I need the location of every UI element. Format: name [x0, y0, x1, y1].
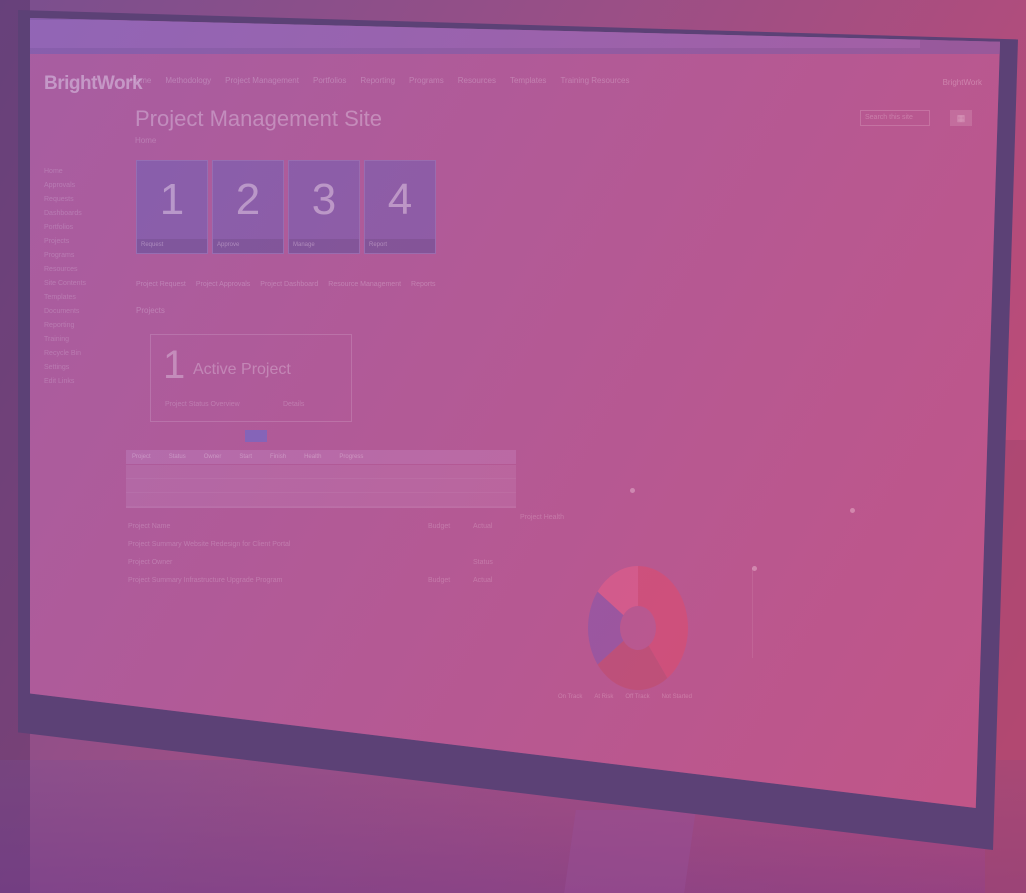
sidebar-item[interactable]: Reporting [44, 322, 114, 329]
section-heading: Projects [136, 306, 165, 315]
breadcrumb[interactable]: Home [135, 136, 156, 145]
donut-chart [588, 566, 688, 690]
quick-link[interactable]: Project Dashboard [260, 281, 318, 288]
app-logo[interactable]: BrightWork [44, 73, 143, 95]
sidebar-item[interactable]: Edit Links [44, 378, 114, 385]
nav-item[interactable]: Methodology [165, 76, 211, 85]
grid-icon[interactable]: ▦ [950, 110, 972, 126]
monitor-stand [564, 810, 696, 893]
tile-caption: Approve [213, 239, 283, 253]
chart-divider [752, 568, 753, 658]
chart-heading: Project Health [520, 514, 564, 521]
sidebar-item[interactable]: Recycle Bin [44, 350, 114, 357]
tile-caption: Manage [289, 239, 359, 253]
sidebar-item[interactable]: Projects [44, 238, 114, 245]
list-item[interactable]: Project Owner Status [128, 559, 518, 577]
legend-item: At Risk [594, 694, 614, 700]
expand-button[interactable] [245, 430, 267, 442]
process-tile-2[interactable]: 2 Approve [212, 160, 284, 254]
sidebar-item[interactable]: Documents [44, 308, 114, 315]
sidebar-item[interactable]: Programs [44, 252, 114, 259]
nav-item[interactable]: Portfolios [313, 76, 346, 85]
column-header[interactable]: Start [239, 454, 252, 460]
sidebar-item[interactable]: Requests [44, 196, 114, 203]
summary-count: 1 [163, 343, 186, 387]
nav-item[interactable]: Templates [510, 76, 546, 85]
nav-item[interactable]: Programs [409, 76, 444, 85]
nav-item[interactable]: Resources [458, 76, 496, 85]
summary-sub-label: Project Status Overview [165, 401, 240, 408]
list-item[interactable]: Project Summary Website Redesign for Cli… [128, 541, 518, 559]
sidebar-item[interactable]: Portfolios [44, 224, 114, 231]
nav-item[interactable]: Training Resources [560, 76, 629, 85]
quick-link[interactable]: Reports [411, 281, 436, 288]
sidebar-item[interactable]: Templates [44, 294, 114, 301]
left-sidebar: Home Approvals Requests Dashboards Portf… [44, 168, 114, 392]
list-item[interactable]: Project Name Budget Actual [128, 523, 518, 541]
legend-item: On Track [558, 694, 583, 700]
list-item-label: Project Summary Infrastructure Upgrade P… [128, 577, 283, 584]
quick-link[interactable]: Project Request [136, 281, 186, 288]
tile-number: 2 [235, 175, 261, 224]
nav-item[interactable]: Project Management [225, 76, 299, 85]
sidebar-item[interactable]: Settings [44, 364, 114, 371]
nav-item[interactable]: Home [130, 76, 151, 85]
list-item-label: Project Name [128, 523, 171, 530]
donut-chart-wrapper [578, 558, 698, 703]
list-item-amount: Actual [473, 577, 493, 584]
process-tiles: 1 Request 2 Approve 3 Manage 4 Report [136, 160, 436, 254]
process-tile-3[interactable]: 3 Manage [288, 160, 360, 254]
column-header[interactable]: Progress [339, 454, 363, 460]
sidebar-item[interactable]: Approvals [44, 182, 114, 189]
sidebar-item[interactable]: Site Contents [44, 280, 114, 287]
summary-card: 1 Active Project Project Status Overview… [150, 334, 352, 422]
legend-item: Off Track [625, 694, 650, 700]
chart-marker [630, 488, 635, 493]
tile-number: 1 [159, 175, 185, 224]
process-tile-1[interactable]: 1 Request [136, 160, 208, 254]
chart-marker [850, 508, 855, 513]
project-list: Project Name Budget Actual Project Summa… [128, 523, 518, 595]
summary-details-link[interactable]: Details [283, 401, 304, 408]
sidebar-item[interactable]: Home [44, 168, 114, 175]
chart-legend: On Track At Risk Off Track Not Started [558, 694, 692, 700]
quick-link[interactable]: Resource Management [328, 281, 401, 288]
sidebar-item[interactable]: Dashboards [44, 210, 114, 217]
data-table [126, 465, 516, 508]
column-header[interactable]: Finish [270, 454, 286, 460]
tile-number: 4 [387, 175, 413, 224]
list-item-label: Project Owner [128, 559, 173, 566]
list-item-amount: Actual [473, 523, 493, 530]
nav-item[interactable]: Reporting [360, 76, 395, 85]
monitor-screen: BrightWork Home Methodology Project Mana… [30, 18, 1000, 808]
page-title: Project Management Site [135, 106, 383, 131]
quick-links: Project Request Project Approvals Projec… [136, 281, 436, 288]
table-row[interactable] [126, 479, 516, 493]
search-input[interactable]: Search this site [860, 110, 930, 126]
list-item-amount: Budget [428, 577, 451, 584]
sidebar-item[interactable]: Training [44, 336, 114, 343]
list-item[interactable]: Project Summary Infrastructure Upgrade P… [128, 577, 518, 595]
top-navigation: Home Methodology Project Management Port… [130, 76, 630, 85]
tile-caption: Report [365, 239, 435, 253]
column-header[interactable]: Status [169, 454, 186, 460]
list-item-amount: Status [473, 559, 493, 566]
tile-number: 3 [311, 175, 337, 224]
list-item-label: Project Summary Website Redesign for Cli… [128, 541, 291, 548]
column-header[interactable]: Health [304, 454, 321, 460]
chart-marker [752, 566, 757, 571]
tile-caption: Request [137, 239, 207, 253]
column-header[interactable]: Project [132, 454, 151, 460]
quick-link[interactable]: Project Approvals [196, 281, 250, 288]
legend-item: Not Started [661, 694, 692, 700]
sidebar-item[interactable]: Resources [44, 266, 114, 273]
column-header[interactable]: Owner [204, 454, 222, 460]
table-row[interactable] [126, 465, 516, 479]
user-menu[interactable]: BrightWork [943, 78, 982, 87]
summary-label: Active Project [193, 361, 291, 378]
table-header: Project Status Owner Start Finish Health… [126, 450, 516, 464]
process-tile-4[interactable]: 4 Report [364, 160, 436, 254]
list-item-amount: Budget [428, 523, 451, 530]
table-row[interactable] [126, 493, 516, 507]
